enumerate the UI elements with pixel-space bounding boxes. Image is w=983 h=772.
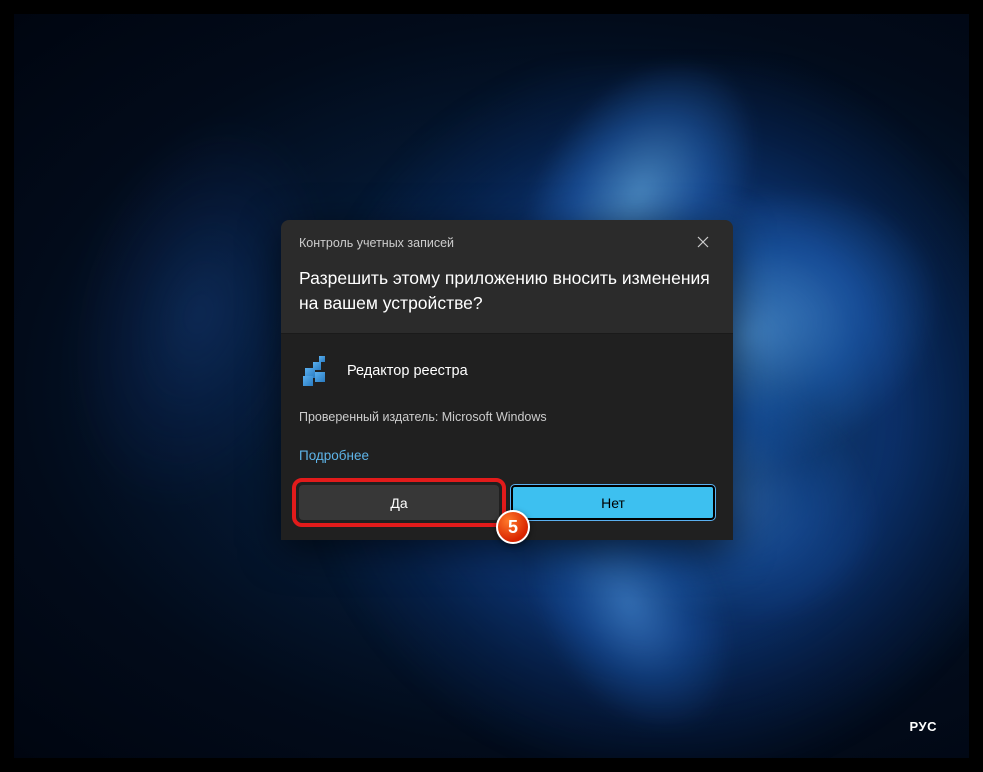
- dialog-title: Контроль учетных записей: [299, 236, 454, 250]
- dialog-question: Разрешить этому приложению вносить измен…: [281, 260, 733, 333]
- show-more-link[interactable]: Подробнее: [299, 448, 715, 463]
- language-indicator[interactable]: РУС: [910, 719, 937, 734]
- close-button[interactable]: [691, 234, 715, 252]
- app-name: Редактор реестра: [347, 363, 468, 379]
- publisher-label: Проверенный издатель: Microsoft Windows: [299, 410, 715, 424]
- annotation-step-badge: 5: [496, 510, 530, 544]
- uac-dialog: Контроль учетных записей Разрешить этому…: [281, 220, 733, 540]
- app-info-row: Редактор реестра: [299, 354, 715, 388]
- close-icon: [697, 236, 709, 248]
- no-button[interactable]: Нет: [511, 485, 715, 520]
- dialog-header: Контроль учетных записей: [281, 220, 733, 260]
- dialog-body: Редактор реестра Проверенный издатель: M…: [281, 334, 733, 485]
- desktop-background: Контроль учетных записей Разрешить этому…: [14, 14, 969, 758]
- yes-button[interactable]: Да: [299, 485, 499, 520]
- regedit-icon: [299, 354, 333, 388]
- yes-button-container: Да: [299, 485, 499, 520]
